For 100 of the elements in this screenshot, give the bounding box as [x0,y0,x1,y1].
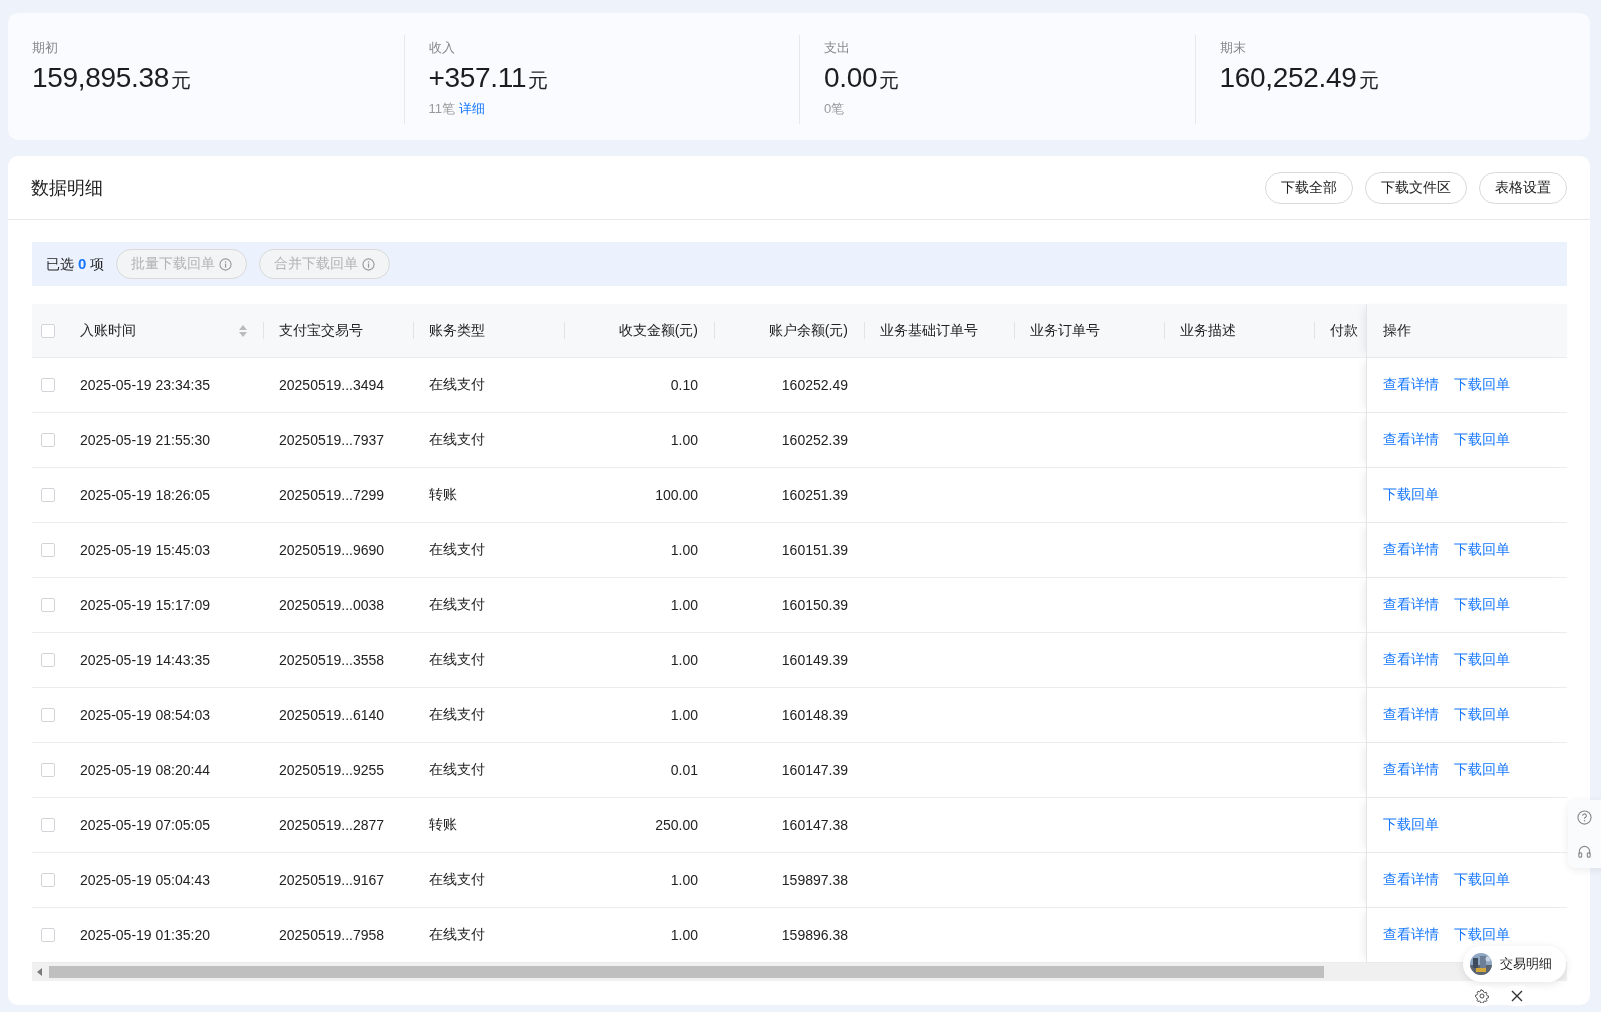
summary-label: 期初 [32,39,58,57]
checkbox[interactable] [41,653,55,667]
table-cell: 20250519...3494 [279,377,385,393]
column-header: 收支金额(元) [618,321,698,340]
action-link[interactable]: 查看详情 [1383,761,1439,779]
checkbox[interactable] [41,818,55,832]
checkbox[interactable] [41,488,55,502]
checkbox[interactable] [41,873,55,887]
sort-icon[interactable] [239,324,247,337]
table-cell: 在线支付 [429,651,485,667]
scroll-left-icon[interactable] [37,968,43,976]
help-icon[interactable] [1576,809,1592,825]
currency-unit: 元 [879,68,900,93]
table-cell: 20250519...0038 [279,597,385,613]
action-link[interactable]: 查看详情 [1383,706,1439,724]
action-link[interactable]: 查看详情 [1383,926,1439,944]
table-cell: 160148.39 [781,707,848,723]
table-cell: 2025-05-19 01:35:20 [80,927,210,943]
checkbox[interactable] [41,708,55,722]
table-cell: 20250519...9690 [279,542,385,558]
summary-label: 期末 [1219,39,1246,57]
column-header: 业务订单号 [1030,321,1100,340]
checkbox[interactable] [41,598,55,612]
table-cell: 250.00 [655,817,698,833]
action-link[interactable]: 下载回单 [1383,486,1439,504]
checkbox[interactable] [41,763,55,777]
checkbox[interactable] [41,433,55,447]
table-cell: 160149.39 [781,652,848,668]
table-cell: 1.00 [670,927,698,943]
column-header[interactable]: 入账时间 [80,321,136,340]
action-link[interactable]: 下载回单 [1454,376,1510,394]
table-cell: 160252.49 [781,377,848,393]
close-icon [1511,990,1523,1002]
action-link[interactable]: 查看详情 [1383,541,1439,559]
column-header: 账户余额(元) [768,321,848,340]
summary-amount: 160,252.49 [1219,62,1357,94]
action-link[interactable]: 下载回单 [1454,431,1510,449]
column-header: 支付宝交易号 [279,321,363,340]
detail-link[interactable]: 详细 [459,100,485,118]
toolbar-button[interactable]: 表格设置 [1479,171,1567,204]
action-link[interactable]: 下载回单 [1454,871,1510,889]
column-header: 业务描述 [1180,321,1236,340]
action-link[interactable]: 下载回单 [1454,651,1510,669]
table-cell: 2025-05-19 18:26:05 [80,487,210,503]
table-cell: 2025-05-19 08:20:44 [80,762,210,778]
summary-amount: 159,895.38 [32,62,170,94]
action-link[interactable]: 查看详情 [1383,596,1439,614]
action-link[interactable]: 下载回单 [1454,926,1510,944]
action-link[interactable]: 查看详情 [1383,871,1439,889]
table-cell: 2025-05-19 15:45:03 [80,542,210,558]
table-cell: 20250519...2877 [279,817,385,833]
table-cell: 在线支付 [429,431,485,447]
table-cell: 在线支付 [429,376,485,392]
summary-label: 收入 [428,39,455,57]
toolbar-button[interactable]: 下载文件区 [1365,171,1467,204]
table-cell: 在线支付 [429,871,485,887]
table-cell: 2025-05-19 21:55:30 [80,432,210,448]
summary-amount: 0.00 [824,62,878,94]
action-link[interactable]: 下载回单 [1454,706,1510,724]
scrollbar-thumb[interactable] [49,966,1324,978]
table-cell: 在线支付 [429,926,485,942]
assistant-chip[interactable]: 交易明细 [1463,946,1566,982]
table-cell: 160150.39 [781,597,848,613]
checkbox[interactable] [41,323,55,338]
action-link[interactable]: 下载回单 [1383,816,1439,834]
table-cell: 在线支付 [429,706,485,722]
currency-unit: 元 [1358,68,1379,93]
checkbox[interactable] [41,378,55,392]
toolbar-button[interactable]: 下载全部 [1265,171,1353,204]
checkbox[interactable] [41,543,55,557]
action-link[interactable]: 查看详情 [1383,651,1439,669]
selection-count: 已选 0 项 [46,254,105,274]
transaction-count: 11笔 [428,100,455,118]
transaction-count: 0笔 [824,100,845,118]
checkbox[interactable] [41,928,55,942]
currency-unit: 元 [528,68,549,93]
table-cell: 20250519...9255 [279,762,385,778]
table-cell: 2025-05-19 23:34:35 [80,377,210,393]
table-cell: 1.00 [670,652,698,668]
table-cell: 20250519...6140 [279,707,385,723]
table-cell: 2025-05-19 07:05:05 [80,817,210,833]
column-header: 业务基础订单号 [880,321,978,340]
column-header: 付款 [1330,321,1358,340]
action-link[interactable]: 查看详情 [1383,376,1439,394]
action-link[interactable]: 下载回单 [1454,541,1510,559]
table-cell: 20250519...7299 [279,487,385,503]
headset-icon[interactable] [1576,843,1592,859]
table-cell: 在线支付 [429,541,485,557]
table-cell: 1.00 [670,597,698,613]
table-cell: 20250519...9167 [279,872,385,888]
action-link[interactable]: 查看详情 [1383,431,1439,449]
table-cell: 在线支付 [429,761,485,777]
table-cell: 159897.38 [781,872,848,888]
column-header: 操作 [1383,321,1411,340]
table-cell: 转账 [429,486,457,502]
table-cell: 0.10 [670,377,698,393]
table-cell: 20250519...7958 [279,927,385,943]
action-link[interactable]: 下载回单 [1454,596,1510,614]
action-link[interactable]: 下载回单 [1454,761,1510,779]
table-cell: 1.00 [670,432,698,448]
